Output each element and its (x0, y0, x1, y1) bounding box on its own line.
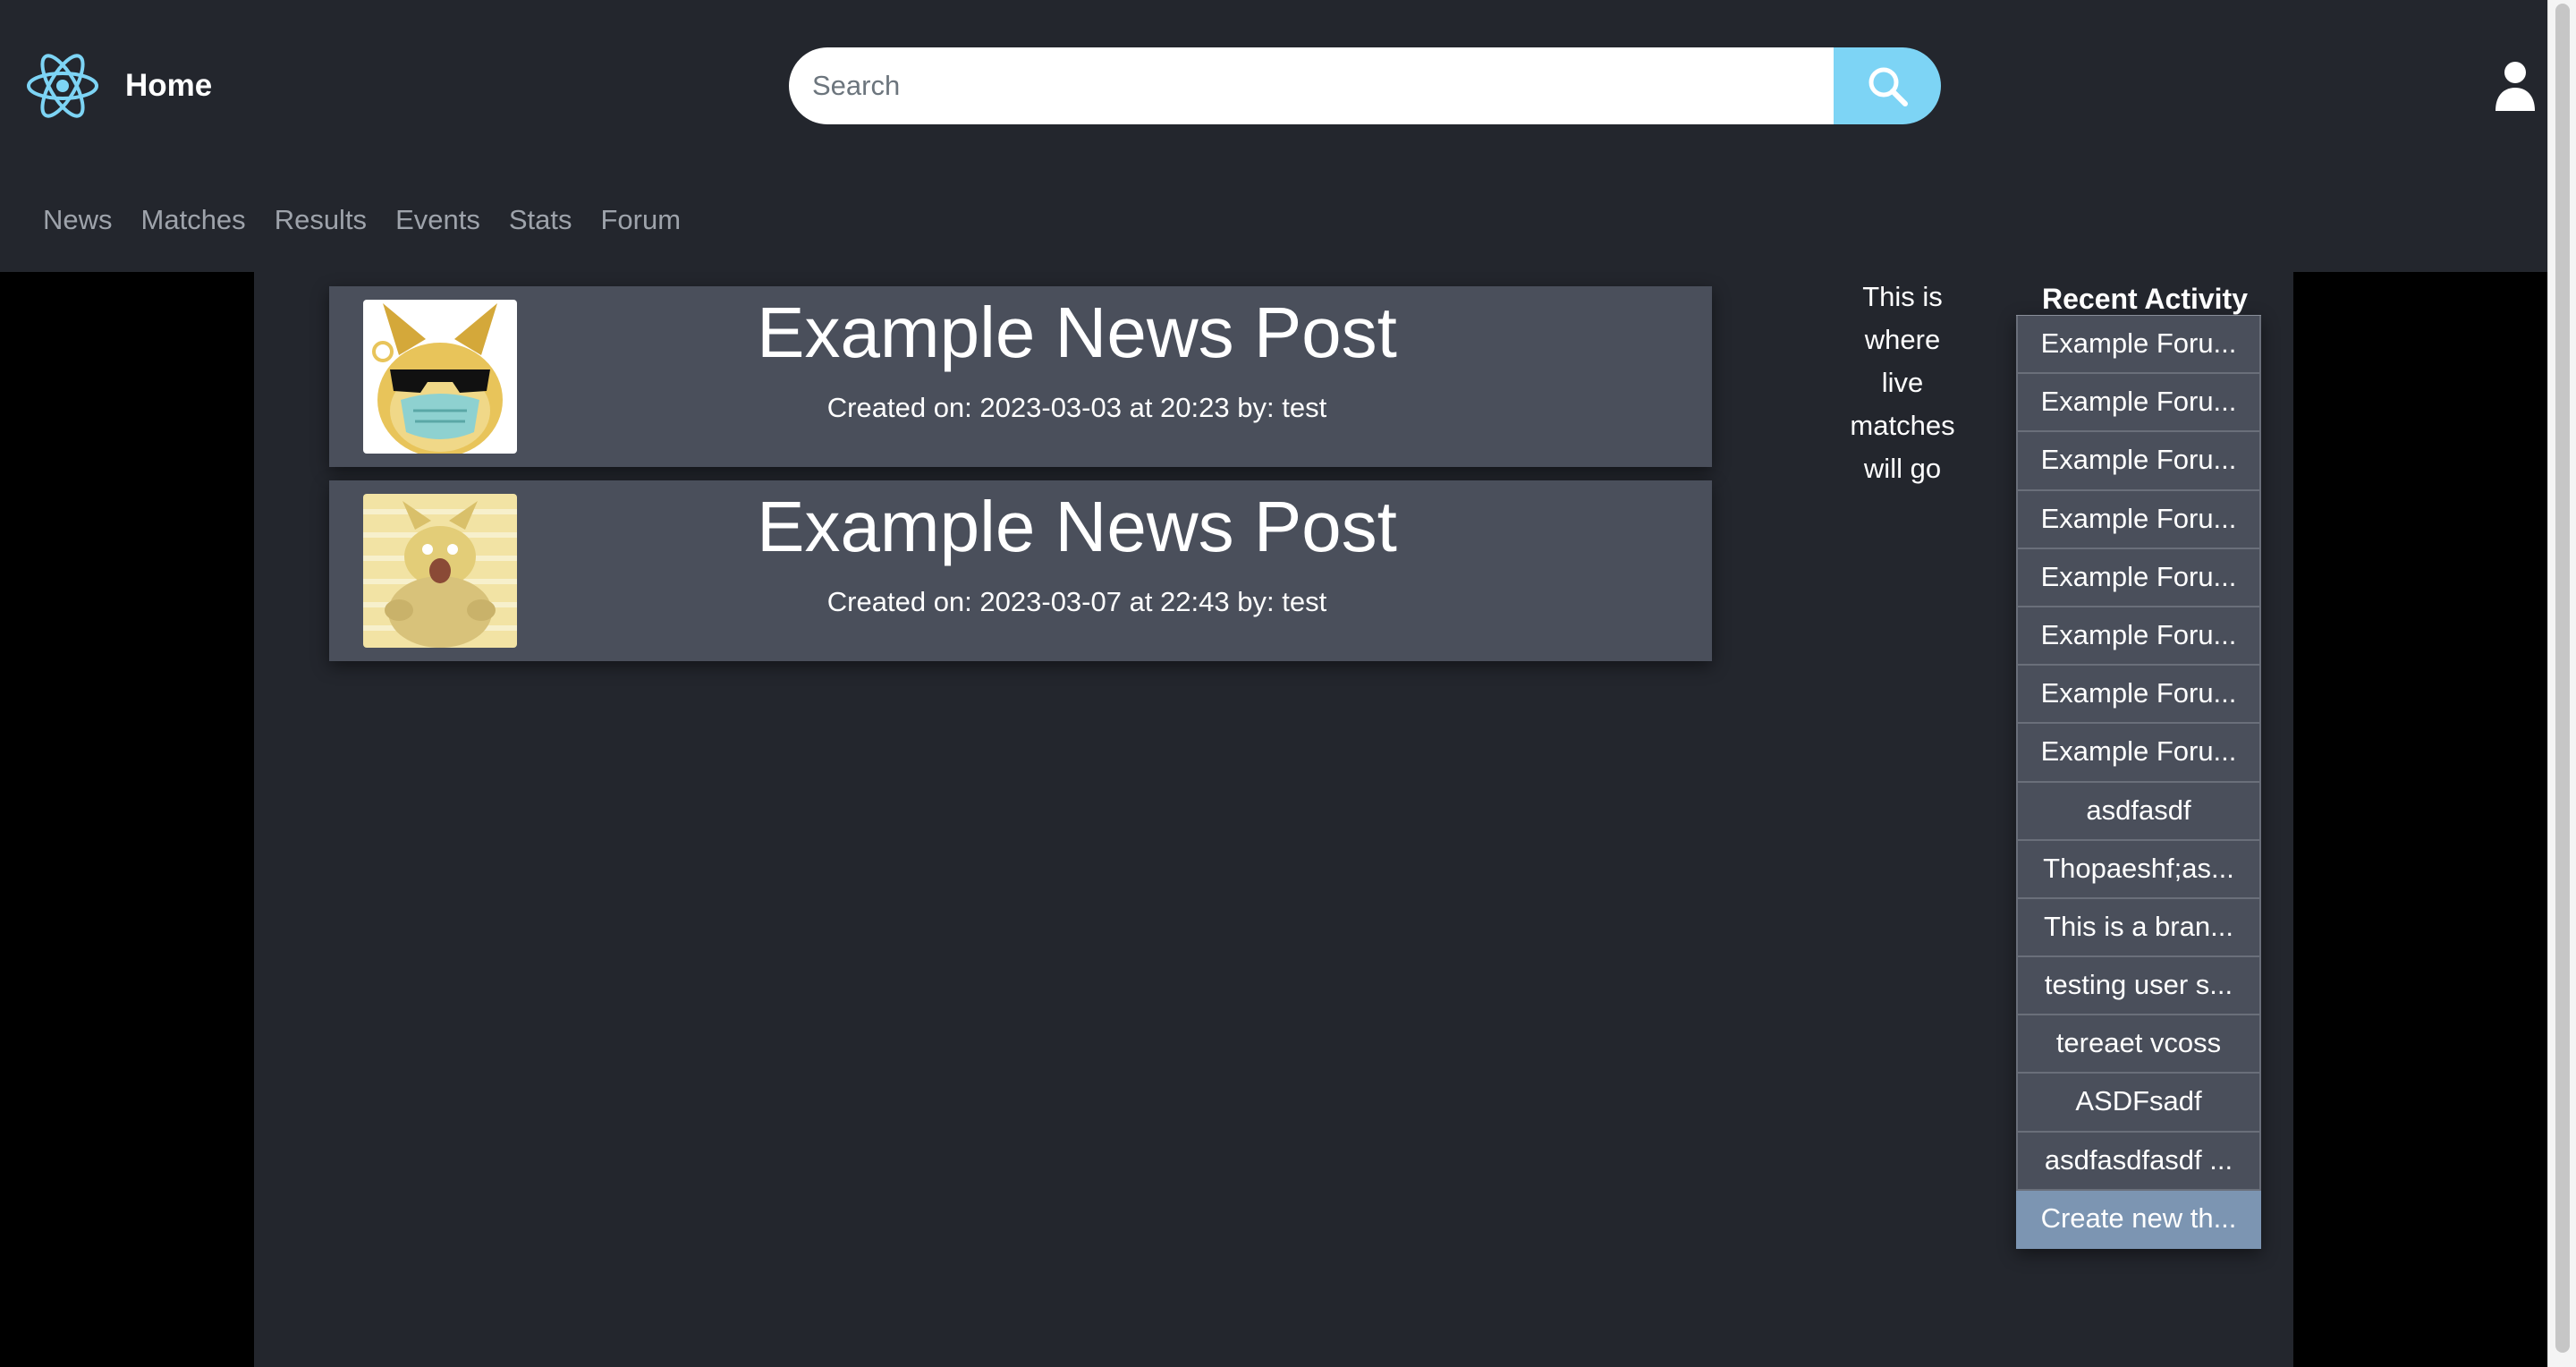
nav-events[interactable]: Events (395, 204, 480, 236)
activity-item[interactable]: Thopaeshf;as... (2016, 840, 2261, 899)
activity-item[interactable]: tereaet vcoss (2016, 1015, 2261, 1074)
recent-activity-title: Recent Activity (2042, 283, 2248, 315)
news-post-meta: Created on: 2023-03-07 at 22:43 by: test (826, 586, 1327, 617)
activity-item[interactable]: ASDFsadf (2016, 1074, 2261, 1133)
activity-item[interactable]: Example Foru... (2016, 316, 2261, 375)
nav-results[interactable]: Results (275, 204, 367, 236)
activity-item[interactable]: Example Foru... (2016, 724, 2261, 783)
vertical-scrollbar[interactable] (2547, 0, 2576, 1367)
live-matches-placeholder: This is where live matches will go (1789, 272, 2016, 490)
create-thread-button[interactable]: Create new th... (2016, 1190, 2261, 1249)
activity-item[interactable]: Example Foru... (2016, 432, 2261, 491)
activity-item[interactable]: asdfasdf (2016, 782, 2261, 841)
search-bar (789, 47, 1941, 124)
news-post-title: Example News Post (757, 487, 1397, 566)
live-matches-line: matches (1850, 410, 1955, 441)
scrollbar-thumb[interactable] (2555, 4, 2570, 1353)
nav-matches[interactable]: Matches (141, 204, 246, 236)
main-content: Example News Post Created on: 2023-03-03… (254, 272, 2293, 1367)
activity-item[interactable]: Example Foru... (2016, 666, 2261, 725)
user-icon (2494, 61, 2537, 111)
react-atom-icon (25, 48, 100, 123)
news-post-card[interactable]: Example News Post Created on: 2023-03-07… (329, 480, 1712, 661)
search-icon (1865, 64, 1910, 108)
nav-forum[interactable]: Forum (601, 204, 682, 236)
search-input[interactable] (789, 47, 1834, 124)
activity-item[interactable]: asdfasdfasdf ... (2016, 1132, 2261, 1191)
activity-item[interactable]: Example Foru... (2016, 548, 2261, 607)
home-title: Home (125, 68, 213, 103)
news-post-title: Example News Post (757, 293, 1397, 372)
top-navbar: Home News Matches Results Events Stats F… (0, 0, 2547, 272)
nav-stats[interactable]: Stats (509, 204, 572, 236)
nav-news[interactable]: News (43, 204, 113, 236)
activity-item[interactable]: testing user s... (2016, 957, 2261, 1016)
live-matches-line: live (1881, 367, 1924, 398)
news-post-card[interactable]: Example News Post Created on: 2023-03-03… (329, 286, 1712, 467)
search-button[interactable] (1834, 47, 1941, 124)
recent-activity-list: Example Foru... Example Foru... Example … (2016, 315, 2261, 1249)
main-nav: News Matches Results Events Stats Forum (43, 204, 681, 236)
activity-item[interactable]: Example Foru... (2016, 374, 2261, 433)
news-post-meta: Created on: 2023-03-03 at 20:23 by: test (826, 392, 1327, 423)
live-matches-line: will go (1863, 453, 1942, 484)
home-link[interactable]: Home (25, 48, 212, 123)
recent-activity-panel: Recent Activity Example Foru... Example … (2002, 272, 2288, 1249)
live-matches-line: where (1864, 324, 1941, 355)
user-account-button[interactable] (2494, 61, 2537, 111)
activity-item[interactable]: This is a bran... (2016, 898, 2261, 958)
activity-item[interactable]: Example Foru... (2016, 607, 2261, 667)
live-matches-line: This is (1862, 281, 1943, 312)
activity-item[interactable]: Example Foru... (2016, 490, 2261, 549)
